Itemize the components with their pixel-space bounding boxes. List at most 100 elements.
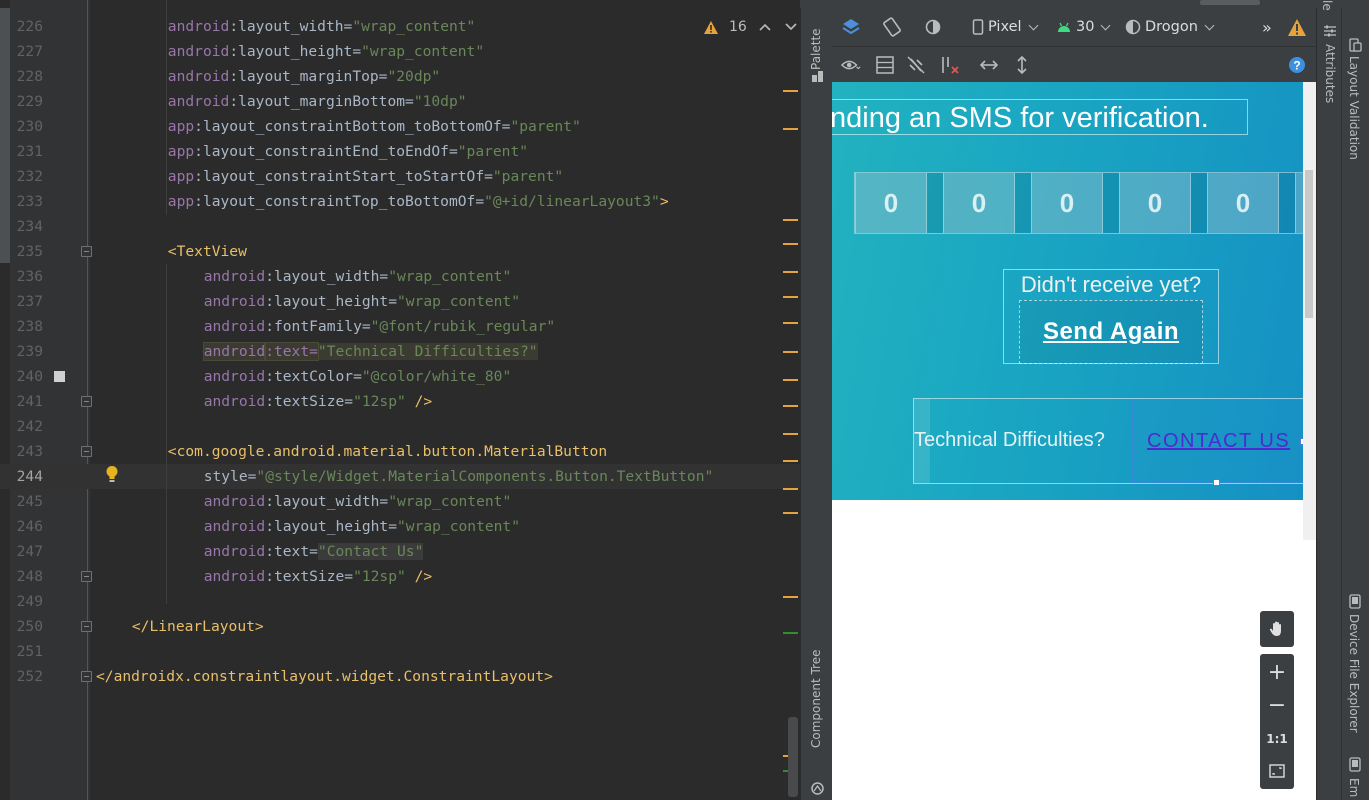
device-selector[interactable]: Pixel	[972, 8, 1038, 46]
warning-marker[interactable]	[783, 322, 798, 324]
warning-marker[interactable]	[783, 379, 798, 381]
expand-horizontal-icon[interactable]	[979, 55, 999, 75]
code-digit-5[interactable]: 0	[1207, 173, 1279, 233]
layout-validation-tab[interactable]: Layout Validation	[1347, 56, 1361, 160]
code-line[interactable]: 249	[0, 589, 800, 614]
code-line[interactable]: 251	[0, 639, 800, 664]
night-mode-icon[interactable]	[924, 17, 944, 37]
warning-marker[interactable]	[783, 219, 798, 221]
component-tree-tab[interactable]: Component Tree	[809, 650, 823, 748]
didnt-receive-text[interactable]: Didn't receive yet?	[1004, 272, 1218, 298]
fold-marker-icon[interactable]	[81, 621, 92, 632]
support-row[interactable]: Technical Difficulties? CONTACT US	[913, 398, 1307, 486]
code-line[interactable]: 248 android:textSize="12sp" />	[0, 564, 800, 589]
verification-code-row[interactable]: 0 0 0 0 0	[854, 172, 1316, 234]
contact-us-button[interactable]: CONTACT US	[1132, 399, 1307, 486]
device-file-explorer-tab[interactable]: Device File Explorer	[1347, 614, 1361, 733]
change-marker[interactable]	[783, 632, 798, 634]
blueprint-icon[interactable]	[875, 55, 895, 75]
code-line[interactable]: 252 </androidx.constraintlayout.widget.Co…	[0, 664, 800, 689]
api-level-selector[interactable]: 30	[1056, 8, 1111, 46]
code-line[interactable]: 234	[0, 214, 800, 239]
code-line[interactable]: 232 app:layout_constraintStart_toStartOf=…	[0, 164, 800, 189]
code-line[interactable]: 241 android:textSize="12sp" />	[0, 389, 800, 414]
previous-highlight-icon[interactable]	[757, 19, 773, 35]
fold-marker-icon[interactable]	[81, 396, 92, 407]
error-stripe[interactable]	[780, 0, 800, 800]
zoom-to-fit-button[interactable]	[1260, 754, 1294, 787]
autoconnect-off-icon[interactable]	[906, 55, 926, 75]
lightbulb-icon[interactable]	[105, 465, 119, 483]
warning-marker[interactable]	[783, 460, 798, 462]
zoom-out-button[interactable]: −	[1260, 689, 1294, 722]
scrollbar-thumb[interactable]	[1200, 0, 1260, 5]
warning-marker[interactable]	[783, 351, 798, 353]
code-line[interactable]: 239 android:text="Technical Difficulties?…	[0, 339, 800, 364]
help-icon[interactable]: ?	[1287, 55, 1307, 75]
warning-marker[interactable]	[783, 433, 798, 435]
orientation-icon[interactable]	[882, 17, 902, 37]
preview-scrollbar[interactable]	[1303, 82, 1316, 540]
palette-tab[interactable]: Palette	[809, 28, 823, 70]
fold-marker-icon[interactable]	[81, 246, 92, 257]
send-again-button[interactable]: Send Again	[1019, 300, 1203, 364]
code-line[interactable]: 231 app:layout_constraintEnd_toEndOf="par…	[0, 139, 800, 164]
zoom-in-button[interactable]: +	[1260, 656, 1294, 689]
code-line[interactable]: 237 android:layout_height="wrap_content"	[0, 289, 800, 314]
design-canvas[interactable]: nding an SMS for verification. 0 0 0 0 0…	[832, 82, 1316, 800]
code-line[interactable]: 243 <com.google.android.material.button.M…	[0, 439, 800, 464]
bookmark-icon[interactable]	[54, 371, 65, 382]
editor-vertical-scrollbar[interactable]	[788, 717, 798, 797]
code-line[interactable]: 227 android:layout_height="wrap_content"	[0, 39, 800, 64]
resend-container[interactable]: Didn't receive yet? Send Again	[1003, 269, 1219, 364]
technical-difficulties-text[interactable]: Technical Difficulties?	[914, 429, 1105, 452]
warning-marker[interactable]	[783, 596, 798, 598]
code-line[interactable]: 235 <TextView	[0, 239, 800, 264]
code-line[interactable]: 238 android:fontFamily="@font/rubik_regul…	[0, 314, 800, 339]
code-line[interactable]: 229 android:layout_marginBottom="10dp"	[0, 89, 800, 114]
code-line[interactable]: 233 app:layout_constraintTop_toBottomOf="…	[0, 189, 800, 214]
warning-icon[interactable]	[1287, 18, 1307, 38]
warning-marker[interactable]	[783, 243, 798, 245]
code-line[interactable]: 250 </LinearLayout>	[0, 614, 800, 639]
clear-constraints-icon[interactable]	[940, 55, 960, 75]
code-digit-3[interactable]: 0	[1031, 173, 1103, 233]
theme-selector[interactable]: Drogon	[1125, 8, 1215, 46]
warning-marker[interactable]	[783, 90, 798, 92]
code-line[interactable]: 228 android:layout_marginTop="20dp"	[0, 64, 800, 89]
warning-marker[interactable]	[783, 271, 798, 273]
code-line[interactable]: 245 android:layout_width="wrap_content"	[0, 489, 800, 514]
code-line[interactable]: 242	[0, 414, 800, 439]
layers-icon[interactable]	[841, 17, 861, 37]
pan-button[interactable]	[1260, 611, 1294, 647]
view-options-icon[interactable]	[841, 55, 861, 75]
actual-size-button[interactable]: 1:1	[1260, 722, 1294, 755]
warning-marker[interactable]	[783, 488, 798, 490]
resize-handle-bottom[interactable]	[1213, 479, 1220, 486]
code-digit-2[interactable]: 0	[943, 173, 1015, 233]
code-line[interactable]: 236 android:layout_width="wrap_content"	[0, 264, 800, 289]
expand-vertical-icon[interactable]	[1012, 55, 1032, 75]
sms-verification-text[interactable]: nding an SMS for verification.	[832, 99, 1248, 135]
emulator-tab[interactable]: Em	[1347, 778, 1361, 797]
code-editor[interactable]: 226 android:layout_width="wrap_content" 22…	[0, 0, 800, 800]
layout-preview[interactable]: nding an SMS for verification. 0 0 0 0 0…	[832, 82, 1316, 500]
attributes-tab[interactable]: Attributes	[1323, 44, 1337, 103]
fold-marker-icon[interactable]	[81, 571, 92, 582]
code-line[interactable]: 230 app:layout_constraintBottom_toBottomO…	[0, 114, 800, 139]
warning-marker[interactable]	[783, 512, 798, 514]
warning-marker[interactable]	[783, 296, 798, 298]
fold-marker-icon[interactable]	[81, 446, 92, 457]
preview-scrollbar-thumb[interactable]	[1305, 170, 1313, 318]
fold-marker-icon[interactable]	[81, 671, 92, 682]
warning-marker[interactable]	[783, 128, 798, 130]
code-line[interactable]: 244 style="@style/Widget.MaterialComponen…	[0, 464, 800, 489]
overflow-button[interactable]: »	[1262, 8, 1272, 46]
code-line[interactable]: 246 android:layout_height="wrap_content"	[0, 514, 800, 539]
code-digit-1[interactable]: 0	[855, 173, 927, 233]
top-cut-tab[interactable]: le	[1320, 0, 1334, 11]
code-line[interactable]: 226 android:layout_width="wrap_content"	[0, 14, 800, 39]
code-digit-4[interactable]: 0	[1119, 173, 1191, 233]
code-line[interactable]: 247 android:text="Contact Us"	[0, 539, 800, 564]
warning-marker[interactable]	[783, 405, 798, 407]
